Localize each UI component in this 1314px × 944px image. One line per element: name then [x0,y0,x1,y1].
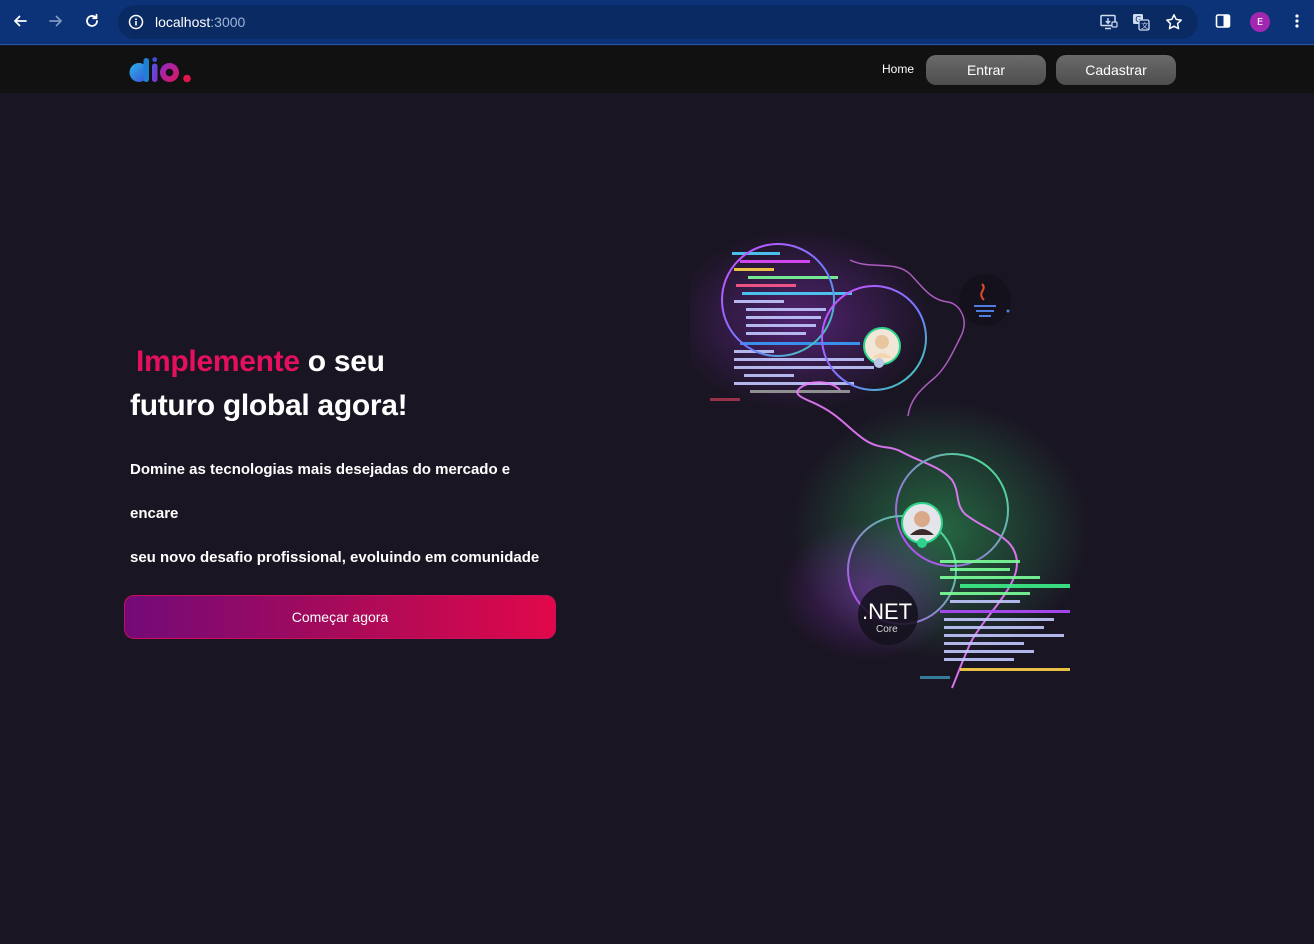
back-icon[interactable] [5,6,35,36]
hero-title-rest: o seu [299,345,385,378]
url-port: :3000 [210,14,246,30]
login-button[interactable]: Entrar [926,55,1046,85]
svg-text:文: 文 [1141,21,1148,30]
kebab-menu-icon[interactable] [1282,6,1312,36]
star-icon[interactable] [1161,11,1187,33]
hero-text-line: Domine as tecnologias mais desejadas do … [130,461,511,522]
hero-title-line-2: futuro global agora! [130,389,408,422]
forward-icon[interactable] [41,6,71,36]
dotnet-subtitle: Core [876,624,898,635]
hero-illustration: .NET Core [670,230,1110,700]
reload-icon[interactable] [77,6,107,36]
site-header: Home Entrar Cadastrar [0,46,1314,93]
translate-icon[interactable]: G文 [1128,11,1154,33]
dio-logo[interactable] [129,57,195,83]
address-bar[interactable]: localhost:3000 G文 [118,5,1198,39]
dotnet-title: .NET [862,599,912,624]
java-badge [959,274,1011,326]
side-panel-icon[interactable] [1208,6,1238,36]
hero-title: Implemente o seu futuro global agora! [130,340,570,428]
url-text[interactable]: localhost:3000 [155,14,245,30]
nav-home-link[interactable]: Home [870,62,926,76]
hero-title-accent: Implemente [136,345,300,378]
hero-text-line: seu novo desafio profissional, evoluindo… [130,549,540,566]
dotnet-badge: .NET Core [858,585,918,645]
info-icon[interactable] [126,12,146,32]
browser-toolbar: localhost:3000 G文 E [0,0,1314,45]
install-app-icon[interactable] [1096,11,1122,33]
signup-button[interactable]: Cadastrar [1056,55,1176,85]
url-host: localhost [155,14,211,30]
profile-avatar[interactable]: E [1250,12,1270,32]
start-now-button[interactable]: Começar agora [124,595,556,639]
